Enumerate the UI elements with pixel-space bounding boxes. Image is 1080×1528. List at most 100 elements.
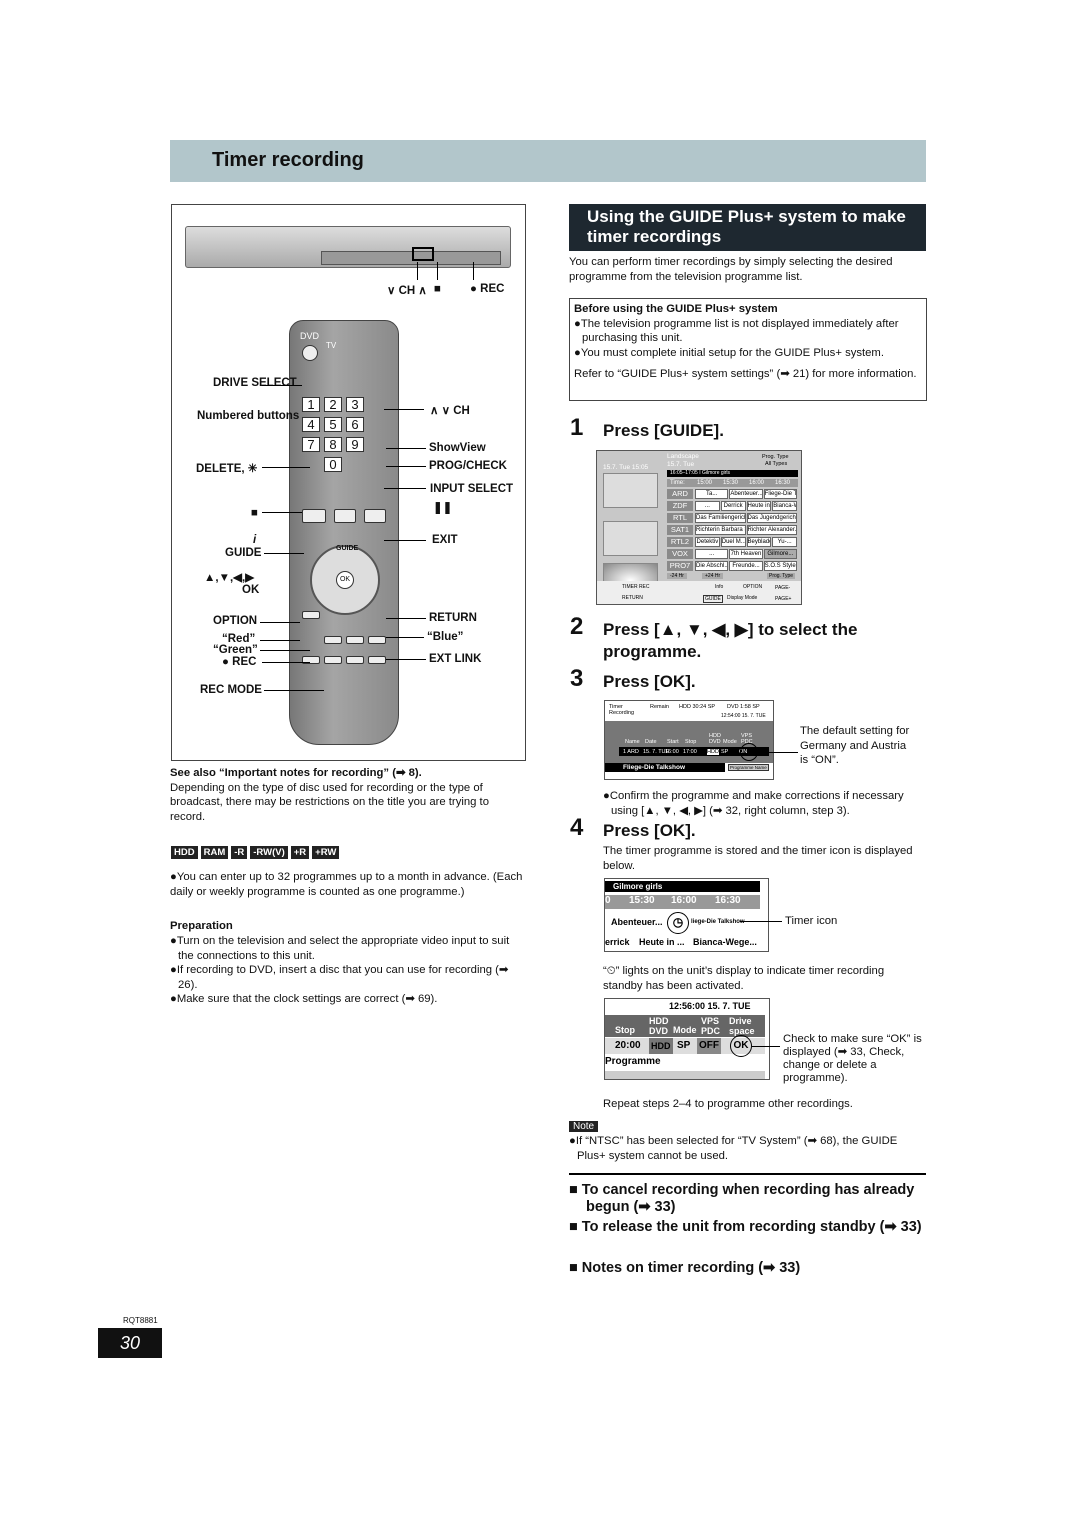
timer-icon-screen-image: Gilmore girls 0 15:30 16:00 16:30 Abente… (604, 878, 769, 952)
ti-prog: errick (605, 937, 630, 947)
disc-badges: HDD RAM -R -RW(V) +R +RW (171, 842, 342, 860)
guide-channel: ARD (667, 489, 693, 499)
repeat-text: Repeat steps 2–4 to programme other reco… (603, 1098, 853, 1110)
label-ext-link: EXT LINK (429, 653, 482, 665)
disc-badge: HDD (171, 846, 198, 859)
ti-prog: liege-Die Talkshow (691, 919, 745, 925)
drive-col: HDD DVD (649, 1016, 669, 1036)
before-refer[interactable]: Refer to “GUIDE Plus+ system settings” (… (574, 367, 922, 382)
restriction-text: Depending on the type of disc used for r… (170, 781, 489, 823)
guide-programme: Richterin Barbara Sa... (695, 525, 746, 535)
label-exit: EXIT (432, 534, 458, 546)
timer-icon-label: Timer icon (785, 915, 838, 927)
remote-control-image: DVD TV 1 2 3 4 5 6 7 8 9 0 (289, 320, 399, 745)
timer-val: SP (721, 749, 729, 755)
label-guide: GUIDE (225, 547, 262, 559)
guide-minus24: -24 Hr (667, 573, 687, 579)
remote-guide-text: GUIDE (336, 545, 359, 552)
disc-badge: +R (290, 846, 310, 859)
label-ch: ∧ ∨ CH (430, 405, 470, 417)
unit-ch-label: ∨ CH ∧ (387, 285, 427, 297)
label-pause: ❚❚ (433, 502, 453, 514)
step-number: 3 (570, 665, 584, 692)
guide-timer-rec: TIMER REC (622, 584, 650, 590)
link-cancel-recording[interactable]: ■ To cancel recording when recording has… (569, 1182, 926, 1216)
key-6: 6 (346, 417, 364, 432)
step-text: Press [OK]. (603, 821, 696, 840)
guide-prog-type: Prog. Type (762, 454, 789, 460)
guide-channel: PRO7 (667, 561, 693, 571)
section-title: Using the GUIDE Plus+ system to make tim… (569, 204, 926, 251)
guide-screen-image: 15.7. Tue 15:05 Landscape 15.7. Tue Prog… (596, 450, 802, 605)
label-numbered-buttons: Numbered buttons (197, 410, 300, 422)
page-title: Timer recording (212, 149, 364, 171)
label-drive-select: DRIVE SELECT (213, 377, 297, 389)
timer-programme: Fliege-Die Talkshow (605, 763, 725, 772)
guide-page-minus: PAGE- (775, 585, 791, 591)
link-release-standby[interactable]: ■ To release the unit from recording sta… (569, 1219, 926, 1236)
ti-time: 0 (605, 895, 611, 906)
preparation-title: Preparation (170, 920, 233, 932)
disc-badge: RAM (200, 846, 229, 859)
step-number: 4 (570, 814, 584, 841)
key-2: 2 (324, 397, 342, 412)
label-input-select: INPUT SELECT (430, 483, 514, 495)
unit-stop-label: ■ (434, 283, 441, 295)
disc-badge: +RW (312, 846, 340, 859)
timer-val: 17:00 (683, 749, 697, 755)
key-3: 3 (346, 397, 364, 412)
before-item: ●The television programme list is not di… (574, 317, 899, 345)
step-number: 1 (570, 414, 584, 441)
before-title: Before using the GUIDE Plus+ system (574, 303, 778, 315)
timer-val: 16:00 (665, 749, 679, 755)
timer-remain: Remain (650, 704, 669, 710)
guide-display-mode: Display Mode (727, 595, 758, 601)
guide-info: Info (715, 584, 724, 590)
power-icon (302, 345, 318, 361)
timer-hdd: HDD 30:24 SP (679, 704, 716, 710)
drive-col: Stop (615, 1025, 635, 1035)
ti-time: 16:00 (671, 895, 697, 906)
guide-programme: ... (695, 501, 720, 511)
label-blue: “Blue” (427, 631, 464, 643)
guide-return: RETURN (622, 595, 643, 601)
prep-item: ●Make sure that the clock settings are c… (170, 993, 438, 1006)
guide-programme: Yu-... (772, 537, 797, 547)
key-9: 9 (346, 437, 364, 452)
step-text: Press [GUIDE]. (603, 421, 724, 440)
step-text: Press [OK]. (603, 672, 696, 691)
ti-time: 16:30 (715, 895, 741, 906)
guide-channel: RTL (667, 513, 693, 523)
guide-programme: Die Abschl... (695, 561, 729, 571)
guide-time-label: Time: (670, 480, 685, 486)
label-rec-mode: REC MODE (200, 684, 262, 696)
drive-val: HDD (649, 1038, 673, 1054)
guide-date: 15.7. Tue 15:05 (603, 464, 649, 471)
default-setting-note: The default setting for Germany and Aust… (800, 725, 910, 767)
timer-col: Name (625, 739, 640, 745)
stored-text: The timer programme is stored and the ti… (603, 845, 913, 872)
check-ok-note: Check to make sure “OK” is displayed (➡ … (783, 1033, 922, 1084)
timer-title: Timer Recording (609, 704, 635, 716)
label-info: i (253, 534, 257, 546)
dvd-recorder-unit-image (185, 226, 511, 268)
remote-ok-text: OK (336, 571, 354, 589)
key-0: 0 (324, 457, 342, 472)
remote-tv-text: TV (326, 341, 337, 350)
timer-clock: 12:54:00 15. 7. TUE (721, 713, 766, 719)
guide-programme: Heute in ... (746, 501, 772, 511)
prep-item: ●If recording to DVD, insert a disc that… (170, 964, 509, 991)
label-rec: ● REC (222, 656, 257, 668)
guide-programme: Fliege-Die Talkshow (763, 489, 797, 499)
guide-programme: Abenteuer... (729, 489, 763, 499)
guide-channel: ZDF (667, 501, 693, 511)
link-timer-notes[interactable]: ■ Notes on timer recording (➡ 33) (569, 1260, 926, 1277)
disc-badge: -R (231, 846, 248, 859)
guide-channel: SAT1 (667, 525, 693, 535)
key-8: 8 (324, 437, 342, 452)
see-also-note[interactable]: See also “Important notes for recording”… (170, 766, 526, 781)
guide-all-types: All Types (765, 461, 788, 467)
unit-rec-label: ● REC (470, 283, 505, 295)
drive-col: VPS PDC (701, 1016, 721, 1036)
drive-val: 20:00 (615, 1040, 641, 1051)
